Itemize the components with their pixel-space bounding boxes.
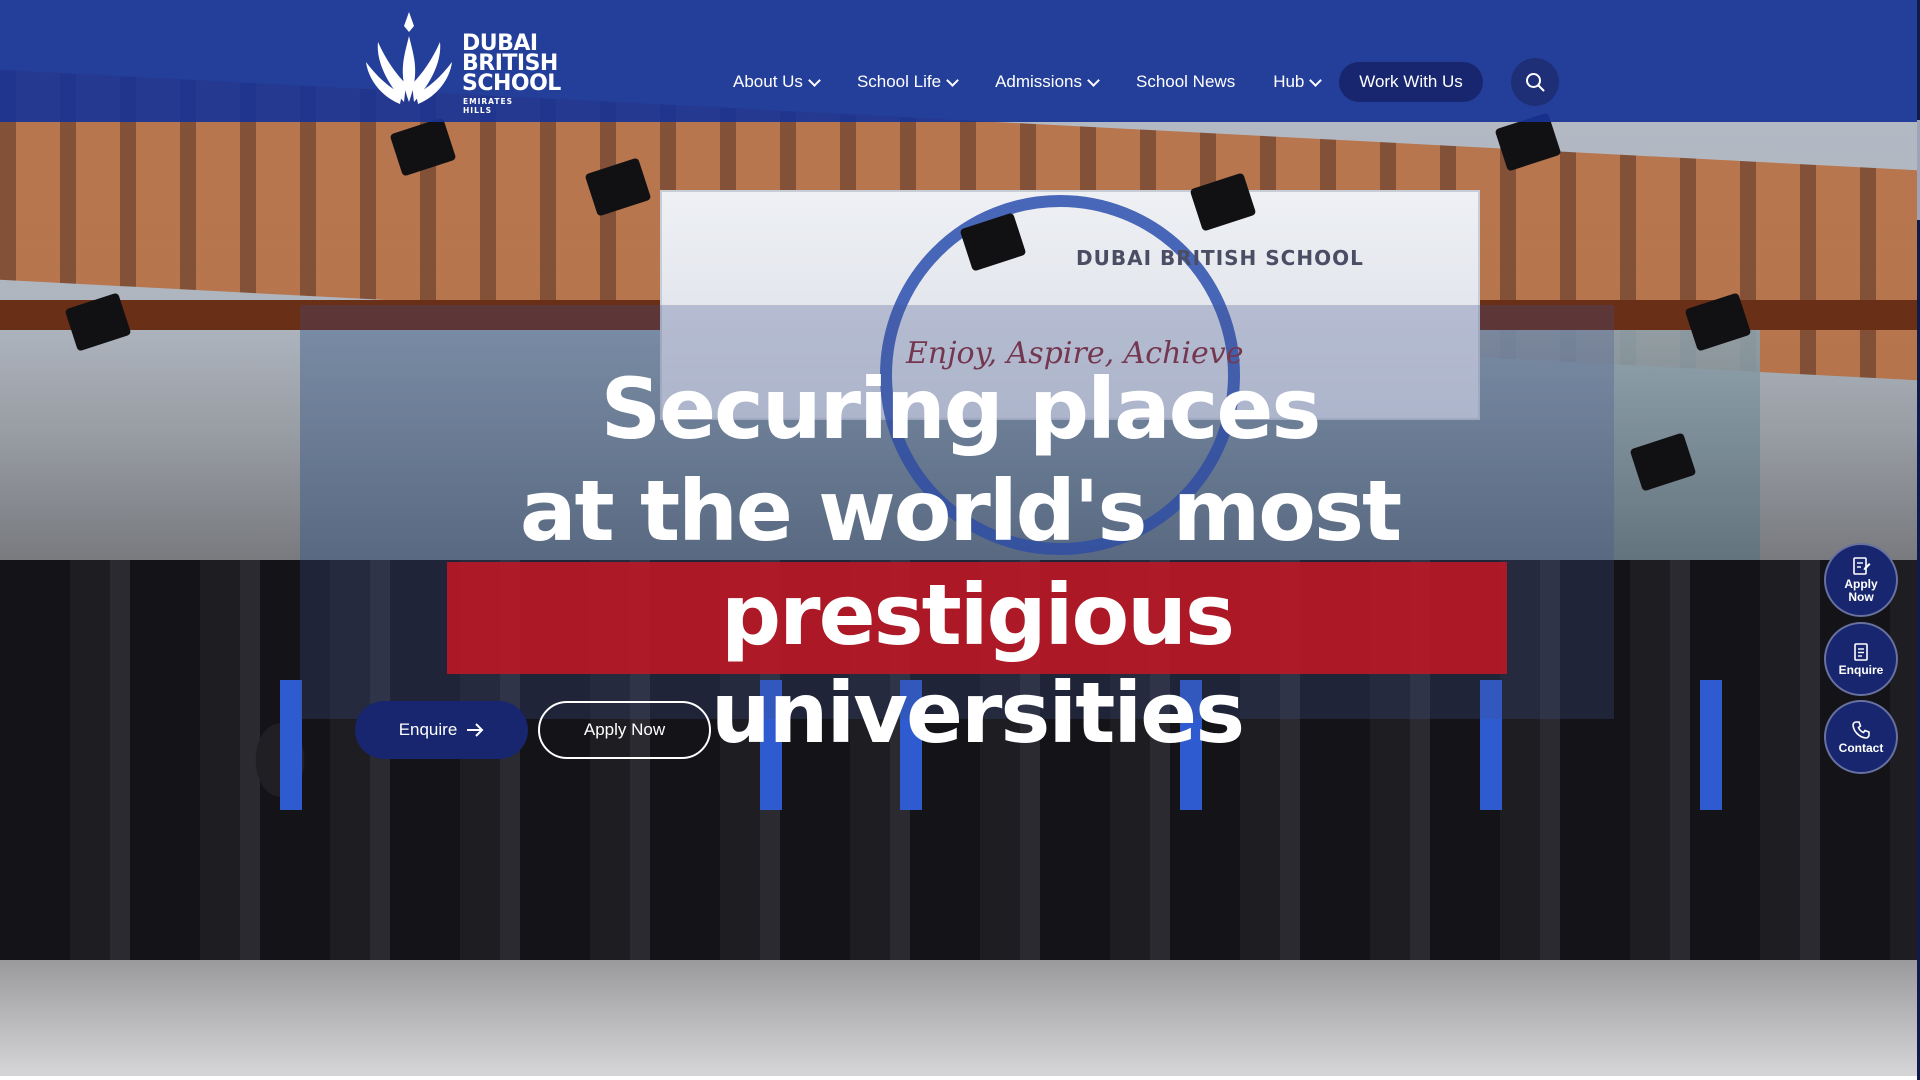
school-logo[interactable]: DUBAI BRITISH SCHOOL EMIRATES HILLS: [364, 12, 561, 115]
apply-now-button[interactable]: Apply Now: [538, 701, 711, 759]
nav-hub[interactable]: Hub: [1273, 72, 1323, 92]
hero-headline-line-2: at the world's most: [519, 462, 1402, 560]
nav-label: School Life: [856, 72, 942, 91]
logo-campus: EMIRATES HILLS: [463, 97, 514, 115]
side-label: Contact: [1838, 740, 1884, 755]
chevron-down-icon: [1087, 73, 1100, 87]
chevron-down-icon: [808, 73, 821, 87]
arrow-right-icon: [467, 723, 484, 737]
graduation-sash: [280, 680, 302, 810]
logo-line-3: SCHOOL: [462, 71, 561, 96]
apply-label: Apply Now: [583, 720, 666, 739]
nav-label: About Us: [733, 72, 803, 91]
chevron-down-icon: [1309, 73, 1323, 87]
side-label: Enquire: [1838, 662, 1884, 677]
floating-enquire-button[interactable]: Enquire: [1824, 622, 1898, 696]
graduation-sash: [1700, 680, 1722, 810]
work-with-us-button[interactable]: Work With Us: [1339, 62, 1483, 102]
floor: [0, 960, 1917, 1076]
phone-icon: [1852, 720, 1870, 739]
search-icon: [1526, 73, 1545, 92]
enquire-label: Enquire: [398, 720, 458, 739]
banner-school-name: DUBAI BRITISH SCHOOL: [1076, 246, 1364, 270]
nav-label: Hub: [1273, 72, 1305, 91]
logo-wordmark: DUBAI BRITISH SCHOOL: [462, 33, 561, 96]
floating-apply-now-button[interactable]: Apply Now: [1824, 543, 1898, 617]
nav-school-news[interactable]: School News: [1136, 72, 1235, 92]
nav-about-us[interactable]: About Us: [733, 72, 821, 92]
chevron-down-icon: [946, 73, 959, 87]
side-label: Now: [1848, 590, 1874, 604]
site-header: DUBAI BRITISH SCHOOL EMIRATES HILLS Abou…: [0, 0, 1917, 122]
nav-label: Admissions: [995, 72, 1082, 91]
hero-headline-line-1: Securing places: [600, 360, 1322, 458]
floating-contact-button[interactable]: Contact: [1824, 700, 1898, 774]
nav-label: School News: [1135, 72, 1236, 91]
search-button[interactable]: [1511, 58, 1559, 106]
main-nav: About Us School Life Admissions School N…: [733, 66, 1358, 98]
logo-crest-icon: [366, 12, 452, 104]
nav-admissions[interactable]: Admissions: [995, 72, 1100, 92]
enquire-button[interactable]: Enquire: [355, 701, 528, 759]
document-icon: [1854, 642, 1868, 661]
nav-school-life[interactable]: School Life: [856, 72, 959, 92]
form-icon: [1853, 557, 1871, 575]
